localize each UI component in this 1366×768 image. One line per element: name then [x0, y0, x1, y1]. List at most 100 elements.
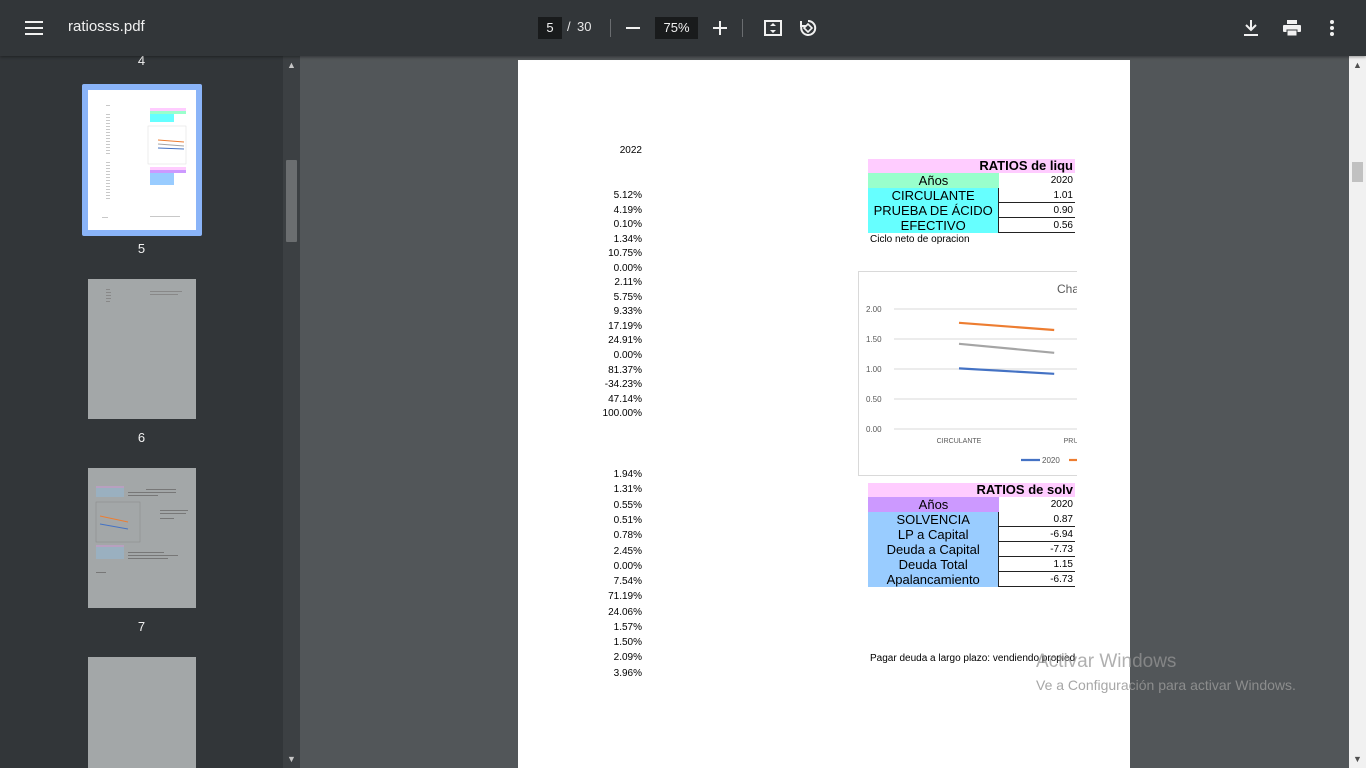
- thumbnail-page-8[interactable]: [88, 657, 196, 768]
- rotate-button[interactable]: [792, 12, 824, 44]
- ratio-label: Apalancamiento: [868, 572, 999, 587]
- percent-value: 1.94%: [613, 469, 642, 480]
- table-row: Apalancamiento -6.73: [868, 572, 1075, 587]
- legend-label: 2020: [1042, 456, 1060, 465]
- scroll-down-arrow-icon[interactable]: ▼: [1349, 752, 1366, 766]
- percent-value: 2.11%: [614, 277, 642, 288]
- thumbnail-page-6[interactable]: [88, 279, 196, 419]
- page-total: 30: [577, 19, 592, 34]
- x-tick-label: PRU: [1064, 438, 1077, 445]
- series-line: [958, 342, 1055, 354]
- activation-watermark-text: Ve a Configuración para activar Windows.: [1036, 677, 1296, 693]
- percent-value: 17.19%: [608, 321, 642, 332]
- menu-button[interactable]: [18, 12, 50, 44]
- percent-value: 0.00%: [613, 263, 642, 274]
- percent-value: 7.54%: [613, 576, 642, 587]
- activation-watermark-title: Activar Windows: [1036, 651, 1177, 672]
- ratio-label: CIRCULANTE: [868, 188, 999, 203]
- minus-icon: [626, 27, 640, 29]
- rotate-icon: [800, 19, 817, 36]
- thumbnail-number: 4: [137, 56, 146, 68]
- document-title: ratiosss.pdf: [68, 18, 145, 35]
- header-label: Años: [918, 173, 949, 188]
- ratio-value: 1.01: [998, 188, 1075, 203]
- percent-value: 0.00%: [613, 350, 642, 361]
- table-row: EFECTIVO 0.56: [868, 218, 1075, 233]
- percent-value: 2.09%: [613, 652, 642, 663]
- chart-canvas: Cha 0.00 0.50 1.00 1.50 2.00 CIRCULANTE PRU 2020: [866, 282, 1077, 465]
- thumbnail-page-7[interactable]: [88, 468, 196, 608]
- page-number-input[interactable]: 5: [538, 17, 562, 39]
- table-header-row: Años 2020: [868, 173, 1075, 188]
- percent-value: 1.34%: [613, 234, 642, 245]
- zoom-input[interactable]: 75%: [655, 17, 698, 39]
- ratio-label: Deuda a Capital: [868, 542, 999, 557]
- more-actions-button[interactable]: [1316, 12, 1348, 44]
- thumbnail-sidebar: 4 5 6 7 ▲ ▼: [0, 56, 300, 768]
- header-year: 2020: [999, 173, 1075, 188]
- ratio-value: 0.87: [998, 512, 1075, 527]
- hamburger-icon: [25, 21, 43, 35]
- percent-value: 71.19%: [608, 591, 642, 602]
- zoom-in-button[interactable]: [704, 12, 736, 44]
- percent-value: 10.75%: [608, 248, 642, 259]
- toolbar-divider: [610, 19, 611, 37]
- chart-title: Cha: [1057, 282, 1077, 296]
- ratio-label: LP a Capital: [868, 527, 999, 542]
- fit-page-button[interactable]: [757, 12, 789, 44]
- table-row: Deuda Total 1.15: [868, 557, 1075, 572]
- table-note: Ciclo neto de opracion: [870, 234, 970, 245]
- page-preview: [106, 289, 182, 302]
- percent-value: -34.23%: [604, 379, 642, 390]
- plus-icon: [713, 21, 727, 35]
- x-tick-label: CIRCULANTE: [937, 438, 982, 445]
- table-title: RATIOS de liqu: [868, 159, 1075, 173]
- zoom-out-button[interactable]: [617, 12, 649, 44]
- ratio-value: 0.90: [998, 203, 1075, 218]
- page-preview: [95, 486, 188, 573]
- percent-value: 5.12%: [613, 190, 642, 201]
- percent-value: 24.06%: [608, 607, 642, 618]
- percent-value: 0.10%: [613, 219, 642, 230]
- ratio-value: 1.15: [998, 557, 1075, 572]
- table-row: PRUEBA DE ÁCIDO 0.90: [868, 203, 1075, 218]
- table-header-row: Años 2020: [868, 497, 1075, 512]
- thumbnail-number: 5: [137, 241, 146, 256]
- percent-value: 1.50%: [613, 637, 642, 648]
- ratio-label: EFECTIVO: [868, 218, 999, 233]
- percent-value: 1.57%: [613, 622, 642, 633]
- page-preview: [102, 105, 187, 218]
- download-button[interactable]: [1235, 12, 1267, 44]
- document-scroll-thumb[interactable]: [1352, 162, 1363, 182]
- solvency-ratios-table: RATIOS de solv Años 2020 SOLVENCIA 0.87 LP…: [868, 483, 1075, 587]
- header-year: 2020: [999, 497, 1075, 512]
- percent-value: 47.14%: [608, 394, 642, 405]
- percent-value: 5.75%: [613, 292, 642, 303]
- y-tick-label: 0.00: [866, 425, 882, 434]
- percent-value: 0.51%: [613, 515, 642, 526]
- y-tick-label: 2.00: [866, 305, 882, 314]
- header-label: Años: [918, 497, 949, 512]
- scroll-up-arrow-icon[interactable]: ▲: [283, 58, 300, 72]
- thumbnail-number: 7: [137, 619, 146, 634]
- thumbnail-page-5[interactable]: [88, 90, 196, 230]
- table-row: Deuda a Capital -7.73: [868, 542, 1075, 557]
- page-separator: /: [567, 19, 571, 34]
- ratio-label: Deuda Total: [868, 557, 999, 572]
- percent-value: 9.33%: [613, 306, 642, 317]
- y-tick-label: 1.00: [866, 365, 882, 374]
- thumbnail-number: 6: [137, 430, 146, 445]
- sidebar-scroll-thumb[interactable]: [286, 160, 297, 242]
- ratio-value: 0.56: [998, 218, 1075, 233]
- print-button[interactable]: [1276, 12, 1308, 44]
- pdf-toolbar: ratiosss.pdf 5 / 30 75%: [0, 0, 1366, 56]
- percent-value: 1.31%: [613, 484, 642, 495]
- table-row: LP a Capital -6.94: [868, 527, 1075, 542]
- percent-value: 2.45%: [613, 546, 642, 557]
- scroll-down-arrow-icon[interactable]: ▼: [283, 752, 300, 766]
- year-header: 2022: [619, 145, 642, 156]
- toolbar-divider: [742, 19, 743, 37]
- table-title: RATIOS de solv: [868, 483, 1075, 497]
- percent-value: 0.55%: [613, 500, 642, 511]
- scroll-up-arrow-icon[interactable]: ▲: [1349, 58, 1366, 72]
